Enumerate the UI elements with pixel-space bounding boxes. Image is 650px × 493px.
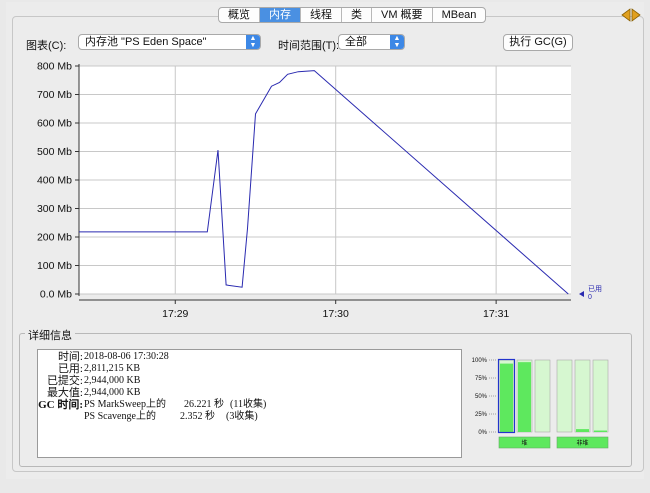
range-select-value: 全部	[345, 36, 367, 48]
gauge-bar-used	[576, 429, 589, 432]
tab-vm-summary[interactable]: VM 概要	[372, 8, 433, 22]
gauge-axis-label: 0%	[478, 430, 487, 436]
chart-label: 图表(C):	[26, 40, 67, 52]
tab-scroll-arrows-icon[interactable]	[621, 8, 641, 22]
detail-row-used: 已用: 2,811,215 KB	[57, 363, 141, 375]
detail-row-gc-scavenge: PS Scavenge上的 2.352 秒 (3收集)	[84, 411, 258, 422]
range-label: 时间范围(T):	[278, 40, 340, 52]
chevron-updown-icon: ▲ ▼	[246, 35, 260, 49]
gauge-bar-used	[518, 362, 531, 432]
detail-row-committed: 已提交: 2,944,000 KB	[46, 375, 141, 387]
detail-row-gc-marksweep: GC 时间: PS MarkSweep上的 26.221 秒 (11收集)	[38, 399, 267, 411]
detail-row-max: 最大值: 2,944,000 KB	[46, 387, 141, 399]
y-tick-label: 800 Mb	[37, 61, 72, 73]
heap-label: 堆	[521, 439, 527, 447]
gauge-bar-committed	[534, 359, 551, 433]
gauge-bar-used	[594, 430, 607, 432]
gauge-bar-used	[500, 363, 513, 432]
detail-row-time: 时间: 2018-08-06 17:30:28	[57, 351, 169, 363]
tab-classes[interactable]: 类	[342, 8, 372, 22]
y-tick-label: 300 Mb	[37, 203, 72, 215]
y-tick-label: 200 Mb	[37, 232, 72, 244]
tab-threads[interactable]: 线程	[301, 8, 342, 22]
chart-select-value: 内存池 "PS Eden Space"	[85, 36, 207, 48]
memory-chart-svg: 0.0 Mb 100 Mb 200 Mb 300 Mb 400 Mb 500 Mb 600 …	[37, 61, 602, 321]
x-tick-label: 17:29	[162, 308, 188, 320]
gauge-bar-committed	[592, 359, 609, 433]
tab-overview[interactable]: 概览	[219, 8, 260, 22]
gauge-axis-label: 75%	[475, 376, 488, 382]
series-name-label: 已用	[588, 285, 602, 293]
memory-chart: 0.0 Mb 100 Mb 200 Mb 300 Mb 400 Mb 500 Mb 600 …	[20, 56, 620, 329]
y-tick-label: 0.0 Mb	[40, 289, 72, 301]
non-heap-label: 非堆	[576, 439, 588, 447]
details-title: 详细信息	[25, 327, 75, 343]
gauge-axis-label: 50%	[475, 394, 488, 400]
details-text-area[interactable]: 时间: 2018-08-06 17:30:28 已用: 2,811,215 KB…	[37, 349, 462, 458]
y-tick-label: 600 Mb	[37, 118, 72, 130]
x-tick-label: 17:30	[323, 308, 349, 320]
tab-bar: 概览 内存 线程 类 VM 概要 MBean	[218, 7, 487, 23]
y-tick-label: 700 Mb	[37, 89, 72, 101]
tab-memory[interactable]: 内存	[260, 8, 301, 22]
tab-mbeans[interactable]: MBean	[433, 8, 486, 22]
y-tick-label: 400 Mb	[37, 175, 72, 187]
current-value-marker	[579, 291, 584, 297]
chart-select[interactable]: 内存池 "PS Eden Space" ▲ ▼	[78, 34, 261, 50]
perform-gc-button[interactable]: 执行 GC(G)	[503, 34, 573, 51]
chevron-updown-icon: ▲ ▼	[390, 35, 404, 49]
range-select[interactable]: 全部 ▲ ▼	[338, 34, 405, 50]
gauge-axis-label: 25%	[475, 412, 488, 418]
memory-pool-gauges-svg: 100% 75% 50% 25% 0% 堆 非堆	[472, 358, 609, 449]
y-tick-label: 100 Mb	[37, 260, 72, 272]
jconsole-window: 概览 内存 线程 类 VM 概要 MBean 图表(C): 内存池 "PS Ed…	[6, 2, 644, 479]
gauge-axis-label: 100%	[472, 358, 488, 364]
memory-pool-gauges: 100% 75% 50% 25% 0% 堆 非堆	[469, 352, 619, 455]
series-current-value: 0	[588, 294, 592, 301]
gauge-bar-committed	[574, 359, 591, 433]
x-tick-label: 17:31	[483, 308, 509, 320]
y-tick-label: 500 Mb	[37, 146, 72, 158]
gauge-bar-committed	[556, 359, 573, 433]
